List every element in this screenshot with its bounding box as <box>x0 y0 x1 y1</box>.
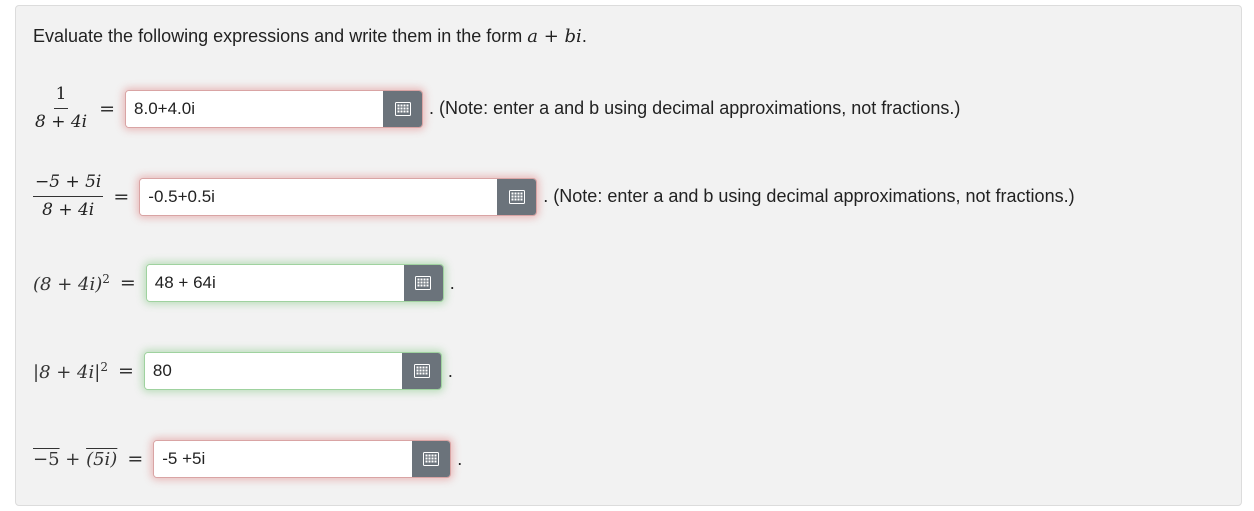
instructions-text: Evaluate the following expressions and w… <box>33 26 523 46</box>
trailing-period-3: . <box>449 272 455 293</box>
keyboard-button-4[interactable] <box>402 353 441 389</box>
problem-5-expression: −5 + (5i) <box>33 448 118 470</box>
problem-2-expression: −5 + 5i 8 + 4i <box>33 172 104 221</box>
keyboard-icon <box>508 189 525 204</box>
problem-panel <box>15 5 1242 506</box>
instructions-form: a + bi <box>527 26 582 47</box>
answer-field-2 <box>139 177 538 216</box>
keyboard-button-1[interactable] <box>383 90 423 127</box>
answer-field-5 <box>153 440 452 478</box>
keyboard-icon <box>415 276 432 290</box>
keyboard-icon <box>422 452 439 466</box>
keyboard-icon <box>394 101 411 116</box>
answer-input-2[interactable] <box>140 178 498 215</box>
problem-row-5: −5 + (5i) = . <box>33 440 462 478</box>
problem-row-2: −5 + 5i 8 + 4i = . (Note: enter a and b … <box>33 172 1075 222</box>
equals-sign: = <box>99 97 116 120</box>
equals-sign: = <box>119 272 136 294</box>
equals-sign: = <box>113 185 130 208</box>
problem-row-3: (8 + 4i)2 = . <box>33 264 455 302</box>
keyboard-button-5[interactable] <box>411 441 451 477</box>
problem-row-1: 1 8 + 4i = . (Note: enter a and b using … <box>33 84 960 134</box>
equals-sign: = <box>117 360 134 382</box>
equals-sign: = <box>127 448 144 470</box>
note-text-1: . (Note: enter a and b using decimal app… <box>429 98 961 119</box>
keyboard-icon <box>413 364 430 378</box>
problem-row-4: |8 + 4i|2 = . <box>33 352 453 390</box>
answer-field-1 <box>125 89 424 128</box>
keyboard-button-3[interactable] <box>404 265 443 301</box>
note-text-2: . (Note: enter a and b using decimal app… <box>543 186 1075 207</box>
trailing-period-5: . <box>457 448 463 469</box>
problem-1-expression: 1 8 + 4i <box>35 84 88 133</box>
answer-input-4[interactable] <box>144 353 403 389</box>
answer-field-4 <box>143 352 442 390</box>
problem-4-expression: |8 + 4i|2 <box>33 359 108 383</box>
trailing-period-4: . <box>447 360 453 381</box>
instructions: Evaluate the following expressions and w… <box>33 26 587 47</box>
answer-input-1[interactable] <box>126 90 384 127</box>
answer-input-5[interactable] <box>154 441 412 477</box>
keyboard-button-2[interactable] <box>497 178 537 215</box>
answer-input-3[interactable] <box>146 265 405 301</box>
answer-field-3 <box>145 264 444 302</box>
problem-3-expression: (8 + 4i)2 <box>33 271 110 295</box>
